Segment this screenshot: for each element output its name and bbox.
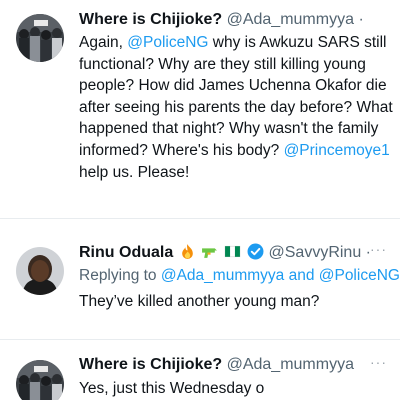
text-segment: help us. Please! [79,163,190,181]
tweet-header: Rinu Oduala @SavvyRinu · [79,243,394,263]
fire-icon [181,244,193,259]
more-options-icon[interactable]: ··· [370,241,387,257]
text-segment: Again, [79,34,128,51]
tweet-1[interactable]: Where is Chijioke? @Ada_mummyya · Again,… [0,0,400,200]
verified-badge-icon [247,243,264,260]
display-name[interactable]: Rinu Oduala [79,244,173,261]
tweet-text: They’ve killed another young man? [79,293,320,310]
mention-link[interactable]: @Princemoye1 [284,142,390,159]
replying-prefix: Replying to [79,267,161,284]
handle[interactable]: @Ada_mummyya [227,11,354,28]
flag-icon [224,245,240,258]
text-segment: why is Awkuzu SARS still functional? Why… [79,34,393,159]
tweet-header: Where is Chijioke? @Ada_mummyya [79,355,394,375]
crowd-photo-icon [16,14,64,62]
portrait-icon [16,247,64,295]
separator-dot: · [358,11,364,28]
display-name[interactable]: Where is Chijioke? [79,356,222,373]
handle[interactable]: @SavvyRinu [269,244,362,261]
tweet-header: Where is Chijioke? @Ada_mummyya · [79,10,394,30]
mention-link[interactable]: @PoliceNG [127,34,208,51]
display-name[interactable]: Where is Chijioke? [79,11,222,28]
tweet-2[interactable]: Rinu Oduala @SavvyRinu · Replying to @Ad… [0,219,400,339]
tweet-text: Again, @PoliceNG why is Awkuzu SARS stil… [79,32,394,183]
dot-mark: · [88,163,92,177]
replying-to-link[interactable]: @Ada_mummyya and @PoliceNG [161,267,400,284]
tweet-3[interactable]: Where is Chijioke? @Ada_mummyya Yes, jus… [0,340,400,400]
tweet-text: Yes, just this Wednesday o [79,380,265,397]
avatar[interactable] [16,14,64,62]
crowd-photo-icon [16,360,64,400]
avatar[interactable] [16,360,64,400]
handle[interactable]: @Ada_mummyya [227,356,354,373]
replying-to: Replying to @Ada_mummyya and @PoliceNG [79,266,400,286]
water-pistol-icon [202,248,218,258]
avatar[interactable] [16,247,64,295]
more-options-icon[interactable]: ··· [370,354,387,370]
